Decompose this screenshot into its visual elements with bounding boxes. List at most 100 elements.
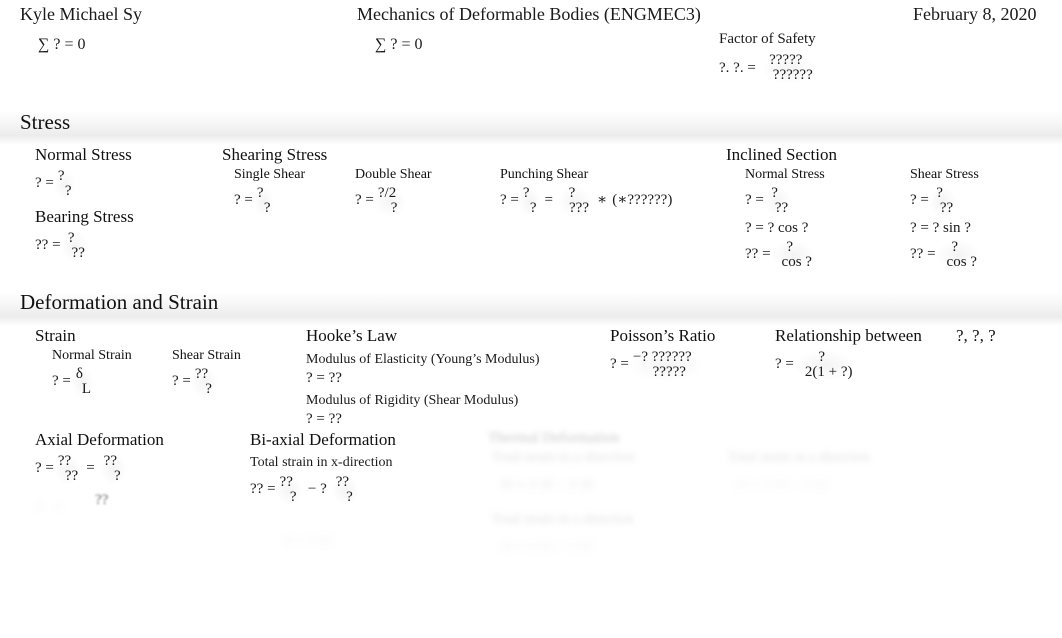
group-title-poissons-ratio: Poisson’s Ratio — [610, 326, 716, 345]
eq-lhs: ? = — [500, 192, 519, 209]
factor-of-safety-block: Factor of Safety ?. ?. = ????? ?????? — [719, 31, 816, 84]
hookes-law-line-2: ? = ?? — [306, 370, 342, 386]
section-title-stress: Stress — [20, 110, 71, 134]
eq-numerator: ? — [256, 185, 264, 201]
faded-equation-b: ?? = ? ?? − ? ?? — [735, 478, 828, 494]
eq-fraction-1: ?? ?? — [53, 453, 82, 485]
faded-title-a3: Total strain in z-direction — [492, 512, 634, 527]
subgroup-shear-strain: Shear Strain ? = ?? ? — [172, 348, 241, 398]
eq-fraction: ? 2(1 + ?) — [793, 349, 856, 381]
subgroup-double-shear: Double Shear ? = ?/2 ? — [355, 167, 432, 217]
equation-normal-strain: ? = δ L — [52, 366, 132, 398]
equation-axial-deformation: ? = ?? ?? = ?? ? — [35, 453, 164, 485]
equation-inclined-normal-1: ? = ? ?? — [745, 185, 825, 217]
hookes-law-line-1: Modulus of Elasticity (Young’s Modulus) — [306, 352, 540, 367]
eq-fraction-2: ?? ? — [331, 474, 360, 506]
faded-title-a1: Thermal Deformation — [488, 430, 620, 446]
date-label: February 8, 2020 — [913, 4, 1037, 24]
equation-inclined-normal-3: ?? = ? cos ? — [745, 238, 825, 271]
group-title-shearing-stress: Shearing Stress — [222, 145, 328, 164]
eq-numerator: ? — [57, 168, 65, 184]
subgroup-title-normal-strain: Normal Strain — [52, 348, 132, 363]
group-hookes-law: Hooke’s Law Modulus of Elasticity (Young… — [306, 326, 539, 428]
eq-denominator-2: ? — [114, 468, 121, 485]
eq-numerator-2: ?? — [103, 453, 117, 469]
equation-double-shear: ? = ?/2 ? — [355, 185, 432, 217]
eq-tail-operator: ∗ — [597, 192, 608, 209]
page-header: Kyle Michael Sy Mechanics of Deformable … — [0, 4, 1062, 30]
group-inclined-section: Inclined Section — [726, 145, 837, 165]
subgroup-title-inclined-normal-stress: Normal Stress — [745, 167, 825, 182]
eq-fraction: ? ? — [53, 168, 75, 200]
eq-numerator: −? ?????? — [632, 349, 692, 365]
eq-denominator: ?? — [774, 200, 789, 217]
hookes-law-line-4: ? = ?? — [306, 411, 342, 427]
fos-lhs: ?. ?. = — [719, 59, 756, 76]
eq-fraction: δ L — [70, 366, 95, 398]
group-title-normal-stress: Normal Stress — [35, 145, 132, 164]
student-name: Kyle Michael Sy — [20, 4, 142, 24]
group-axial-deformation: Axial Deformation ? = ?? ?? = ?? ? — [35, 430, 164, 485]
eq-lhs: ? = — [355, 192, 374, 209]
group-title-strain: Strain — [35, 326, 76, 345]
eq-lhs: ? = — [52, 373, 71, 390]
eq-lhs: ? = — [234, 192, 253, 209]
eq-denominator: ?? — [939, 200, 954, 217]
eq-denominator: 2(1 + ?) — [804, 364, 853, 381]
equation-inclined-shear-3: ?? = ? cos ? — [910, 239, 980, 271]
group-shearing-stress: Shearing Stress — [222, 145, 327, 165]
subgroup-title-single-shear: Single Shear — [234, 167, 306, 182]
eq-denominator: ?? — [71, 245, 85, 262]
faded-title-b: Total strain in z-direction — [728, 450, 870, 465]
eq-lhs: ? = — [610, 356, 629, 373]
eq-lhs: ? = — [745, 192, 764, 209]
eq-fraction-2: ?? ? — [99, 453, 127, 485]
group-title-axial-deformation: Axial Deformation — [35, 430, 164, 449]
group-title-relationship-between: Relationship between — [775, 326, 922, 345]
equation-inclined-shear-2: ? = ? sin ? — [910, 219, 971, 236]
subgroup-title-shear-strain: Shear Strain — [172, 348, 241, 363]
subgroup-title-double-shear: Double Shear — [355, 167, 432, 182]
equation-shear-strain: ? = ?? ? — [172, 366, 241, 398]
eq-lhs: ?? = — [745, 246, 771, 263]
subgroup-inclined-shear-stress: Shear Stress ? = ? ?? ? = ? sin ? ?? = ?… — [910, 167, 980, 271]
eq-numerator: ? — [786, 238, 794, 255]
eq-numerator-2: ? — [568, 185, 576, 201]
factor-of-safety-title: Factor of Safety — [719, 31, 816, 47]
eq-denominator: ????? — [652, 364, 686, 381]
faded-title-a2: Total strain in y-direction — [492, 450, 635, 465]
group-biaxial-deformation: Bi-axial Deformation Total strain in x-d… — [250, 430, 396, 506]
eq-numerator: ?? — [279, 474, 293, 490]
eq-denominator: ? — [289, 489, 297, 506]
eq-lhs: ?? = — [910, 246, 936, 263]
subgroup-title-inclined-shear-stress: Shear Stress — [910, 167, 979, 182]
section-title-deformation: Deformation and Strain — [20, 290, 219, 314]
group-poissons-ratio: Poisson’s Ratio ? = −? ?????? ????? — [610, 326, 715, 381]
equation-single-shear: ? = ? ? — [234, 185, 305, 217]
eq-lhs: ?? = — [35, 237, 61, 254]
eq-fraction: ? cos ? — [770, 238, 815, 271]
eq-denominator: cos ? — [946, 253, 977, 270]
eq-numerator: ? — [818, 349, 826, 365]
subgroup-single-shear: Single Shear ? = ? ? — [234, 167, 305, 217]
eq-numerator: ?? — [57, 453, 72, 469]
eq-lhs: ? = — [35, 175, 54, 192]
eq-operator: = — [544, 192, 554, 209]
equation-inclined-shear-1: ? = ? ?? — [910, 185, 980, 217]
eq-lhs: ? = — [35, 460, 54, 477]
eq-numerator: ?/2 — [377, 185, 397, 201]
faded-equation-c: ? = ? ?? — [285, 534, 332, 550]
eq-fraction-1: ? ? — [518, 185, 540, 217]
course-title: Mechanics of Deformable Bodies (ENGMEC3) — [357, 4, 701, 24]
equation-poissons-ratio: ? = −? ?????? ????? — [610, 349, 715, 381]
eq-denominator-2: ? — [346, 489, 353, 506]
biaxial-subtitle: Total strain in x-direction — [250, 455, 393, 470]
eq-denominator: ? — [64, 183, 72, 200]
eq-denominator: ? — [529, 200, 537, 217]
group-bearing-stress: Bearing Stress ?? = ? ?? — [35, 207, 134, 262]
eq-denominator-2: ??? — [569, 200, 589, 217]
eq-denominator: cos ? — [781, 253, 812, 270]
eq-denominator: ?? — [64, 468, 79, 485]
group-normal-stress: Normal Stress ? = ? ? — [35, 145, 132, 200]
eq-numerator-2: ?? — [335, 474, 350, 490]
